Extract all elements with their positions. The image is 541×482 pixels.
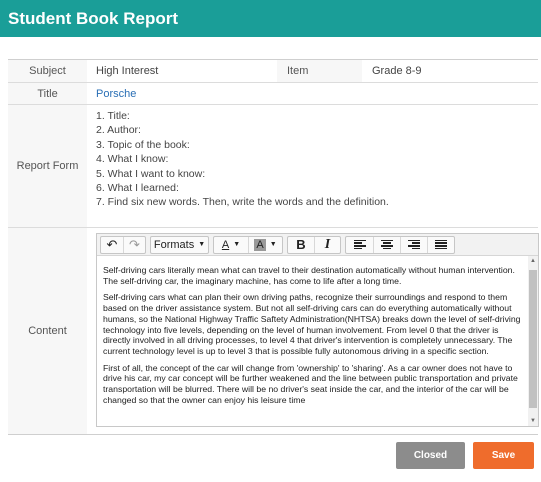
title-label: Title (8, 83, 87, 104)
subject-row: Subject High Interest Item Grade 8-9 (8, 60, 538, 83)
align-justify-icon (435, 239, 447, 250)
report-item: 7. Find six new words. Then, write the w… (96, 196, 389, 209)
text-color-button[interactable]: A ▼ (214, 237, 248, 253)
align-center-icon (381, 239, 393, 250)
scroll-up-icon[interactable]: ▲ (528, 256, 538, 266)
italic-button[interactable]: I (314, 236, 340, 253)
report-item: 3. Topic of the book: (96, 138, 190, 151)
chevron-down-icon: ▼ (233, 241, 241, 248)
background-color-icon: A (254, 238, 266, 251)
subject-value: High Interest (96, 65, 159, 77)
item-label: Item (277, 60, 362, 82)
content-paragraph: First of all, the concept of the car wil… (103, 362, 518, 405)
editor-scrollbar[interactable]: ▲ ▼ (528, 256, 538, 426)
report-item: 6. What I learned: (96, 182, 179, 195)
content-editor[interactable]: ↶ ↷ Formats ▼ A ▼ A ▼ B I Self-driving c… (96, 233, 539, 427)
style-group: B I (287, 235, 341, 254)
alignment-group (345, 235, 455, 254)
closed-button[interactable]: Closed (396, 442, 465, 469)
content-row: Content ↶ ↷ Formats ▼ A ▼ A ▼ B I Self-d… (8, 228, 539, 435)
subject-label: Subject (8, 60, 87, 82)
italic-icon: I (324, 236, 331, 252)
align-right-button[interactable] (400, 236, 427, 253)
align-left-button[interactable] (346, 237, 373, 253)
window-title: Student Book Report (0, 0, 541, 37)
formats-dropdown[interactable]: Formats ▼ (151, 237, 208, 253)
redo-button[interactable]: ↷ (123, 236, 145, 253)
editor-toolbar: ↶ ↷ Formats ▼ A ▼ A ▼ B I (97, 234, 538, 256)
align-left-icon (353, 239, 366, 250)
formats-label: Formats (153, 238, 195, 251)
content-paragraph: Self-driving cars literally mean what ca… (103, 265, 515, 286)
editor-body[interactable]: Self-driving cars literally mean what ca… (97, 256, 528, 426)
report-item: 5. What I want to know: (96, 167, 206, 180)
background-color-button[interactable]: A ▼ (248, 236, 282, 253)
scrollbar-thumb[interactable] (529, 270, 537, 408)
align-center-button[interactable] (373, 236, 400, 253)
report-item: 1. Title: (96, 110, 130, 122)
report-form-label: Report Form (8, 105, 87, 227)
report-item: 2. Author: (96, 124, 141, 137)
scroll-down-icon[interactable]: ▼ (528, 416, 538, 426)
report-item: 4. What I know: (96, 153, 169, 166)
undo-button[interactable]: ↶ (101, 237, 123, 253)
undo-icon: ↶ (106, 236, 118, 252)
text-color-icon: A (221, 238, 230, 251)
save-button[interactable]: Save (473, 442, 534, 469)
redo-icon: ↷ (129, 236, 140, 252)
content-paragraph: Self-driving cars what can plan their ow… (103, 292, 521, 356)
formats-group: Formats ▼ (150, 235, 209, 254)
item-value: Grade 8-9 (372, 65, 422, 77)
history-group: ↶ ↷ (100, 235, 146, 254)
align-justify-button[interactable] (427, 236, 454, 253)
title-row: Title Porsche (8, 83, 538, 105)
content-label: Content (8, 228, 87, 434)
align-right-icon (408, 239, 420, 250)
color-group: A ▼ A ▼ (213, 235, 283, 254)
title-value[interactable]: Porsche (87, 83, 538, 104)
bold-button[interactable]: B (288, 237, 314, 253)
bold-icon: B (296, 237, 306, 252)
report-form-list: 1. Title: 2. Author: 3. Topic of the boo… (96, 105, 538, 210)
report-form: Subject High Interest Item Grade 8-9 Tit… (8, 59, 539, 435)
chevron-down-icon: ▼ (269, 241, 277, 248)
chevron-down-icon: ▼ (198, 241, 206, 248)
report-form-row: Report Form 1. Title: 2. Author: 3. Topi… (8, 105, 538, 228)
